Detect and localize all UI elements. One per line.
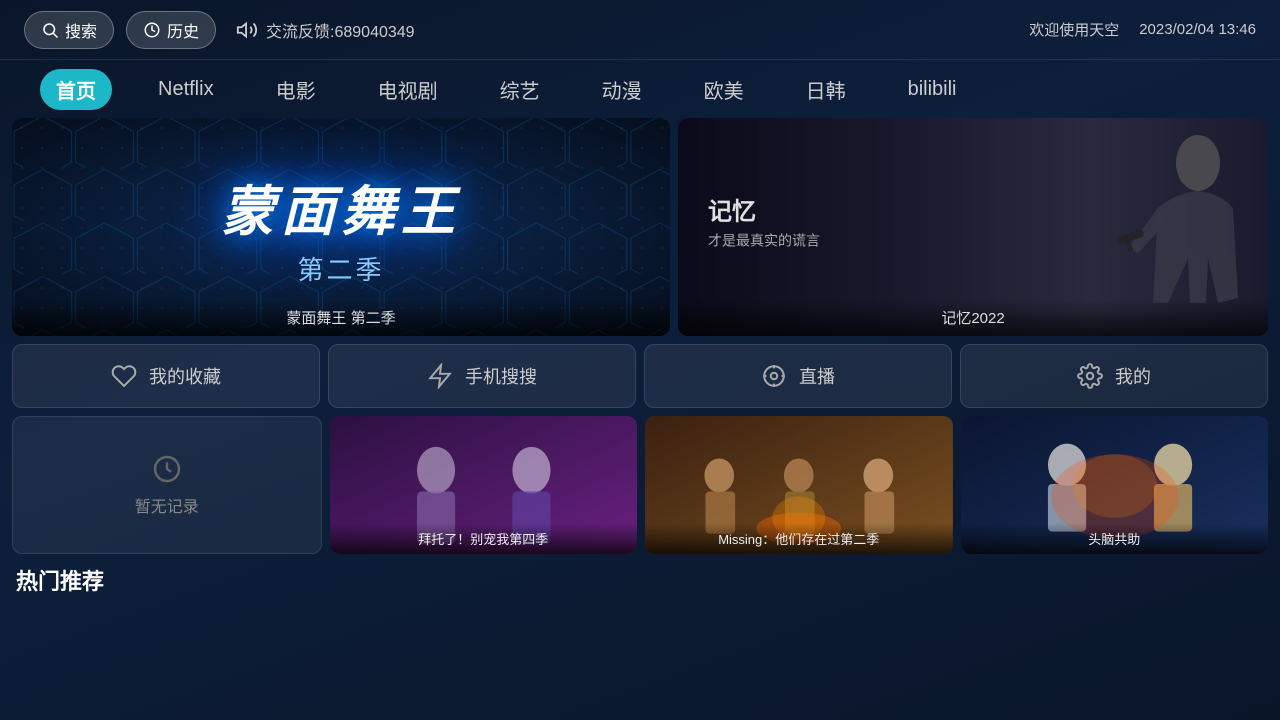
- history-button[interactable]: 历史: [126, 11, 216, 49]
- nav-item-bilibili[interactable]: bilibili: [892, 72, 973, 107]
- mine-button[interactable]: 我的: [960, 344, 1268, 408]
- zap-icon: [427, 363, 453, 389]
- banner-right-text: 记忆 才是最真实的谎言: [708, 192, 820, 251]
- nav-item-movie[interactable]: 电影: [260, 69, 332, 110]
- heart-icon: [111, 363, 137, 389]
- banner-right-label: 记忆2022: [678, 299, 1268, 336]
- nav-item-korean[interactable]: 日韩: [790, 69, 862, 110]
- quick-actions: 我的收藏 手机搜搜 直播 我的: [0, 336, 1280, 416]
- feedback-area: 交流反馈:689040349: [236, 18, 415, 42]
- person-silhouette: [1088, 128, 1248, 323]
- top-right-info: 欢迎使用天空 2023/02/04 13:46: [1029, 19, 1256, 40]
- card1-label: 拜托了！别宠我第四季: [330, 523, 638, 554]
- favorites-button[interactable]: 我的收藏: [12, 344, 320, 408]
- hot-section-title: 热门推荐: [0, 554, 1280, 600]
- history-card[interactable]: 暂无记录: [12, 416, 322, 554]
- search-icon: [41, 21, 59, 39]
- banner-left[interactable]: 蒙面舞王 第二季 蒙面舞王 第二季: [12, 118, 670, 336]
- history-icon: [143, 21, 161, 39]
- main-nav: 首页 Netflix 电影 电视剧 综艺 动漫 欧美 日韩 bilibili: [0, 60, 1280, 118]
- favorites-label: 我的收藏: [149, 363, 221, 389]
- content-card-1[interactable]: 拜托了！别宠我第四季: [330, 416, 638, 554]
- banner-right-sub-text: 才是最真实的谎言: [708, 231, 820, 251]
- search-label: 搜索: [65, 18, 97, 42]
- clock-icon: [151, 453, 183, 485]
- banner-left-text: 蒙面舞王 第二季: [221, 167, 461, 287]
- welcome-text: 欢迎使用天空: [1029, 19, 1119, 40]
- banner-right[interactable]: 记忆 才是最真实的谎言 记忆2022: [678, 118, 1268, 336]
- nav-item-western[interactable]: 欧美: [688, 69, 760, 110]
- mine-label: 我的: [1115, 363, 1151, 389]
- no-record-label: 暂无记录: [135, 493, 199, 517]
- live-button[interactable]: 直播: [644, 344, 952, 408]
- volume-icon: [236, 19, 258, 41]
- content-card-3[interactable]: 头脑共助: [961, 416, 1269, 554]
- banner-left-label: 蒙面舞王 第二季: [12, 299, 670, 336]
- search-button[interactable]: 搜索: [24, 11, 114, 49]
- banner-section: 蒙面舞王 第二季 蒙面舞王 第二季 记忆 才是最真实的谎言: [0, 118, 1280, 336]
- top-bar: 搜索 历史 交流反馈:689040349 欢迎使用天空 2023/02/04 1…: [0, 0, 1280, 60]
- content-row: 暂无记录 拜托了！别宠我第四季: [0, 416, 1280, 554]
- banner-left-subtitle: 第二季: [221, 250, 461, 287]
- history-label: 历史: [167, 18, 199, 42]
- banner-left-title: 蒙面舞王: [221, 167, 461, 246]
- mobile-search-label: 手机搜搜: [465, 363, 537, 389]
- card3-label: 头脑共助: [961, 523, 1269, 554]
- mobile-search-button[interactable]: 手机搜搜: [328, 344, 636, 408]
- feedback-text: 交流反馈:689040349: [266, 18, 415, 42]
- datetime: 2023/02/04 13:46: [1139, 21, 1256, 38]
- top-left-actions: 搜索 历史: [24, 11, 216, 49]
- nav-item-netflix[interactable]: Netflix: [142, 72, 230, 107]
- live-icon: [761, 363, 787, 389]
- nav-item-variety[interactable]: 综艺: [484, 69, 556, 110]
- banner-right-main-text: 记忆: [708, 192, 820, 227]
- card2-label: Missing：他们存在过第二季: [645, 523, 953, 554]
- nav-item-home[interactable]: 首页: [40, 69, 112, 110]
- gear-icon: [1077, 363, 1103, 389]
- nav-item-anime[interactable]: 动漫: [586, 69, 658, 110]
- nav-item-tv[interactable]: 电视剧: [362, 69, 454, 110]
- content-card-2[interactable]: Missing：他们存在过第二季: [645, 416, 953, 554]
- live-label: 直播: [799, 363, 835, 389]
